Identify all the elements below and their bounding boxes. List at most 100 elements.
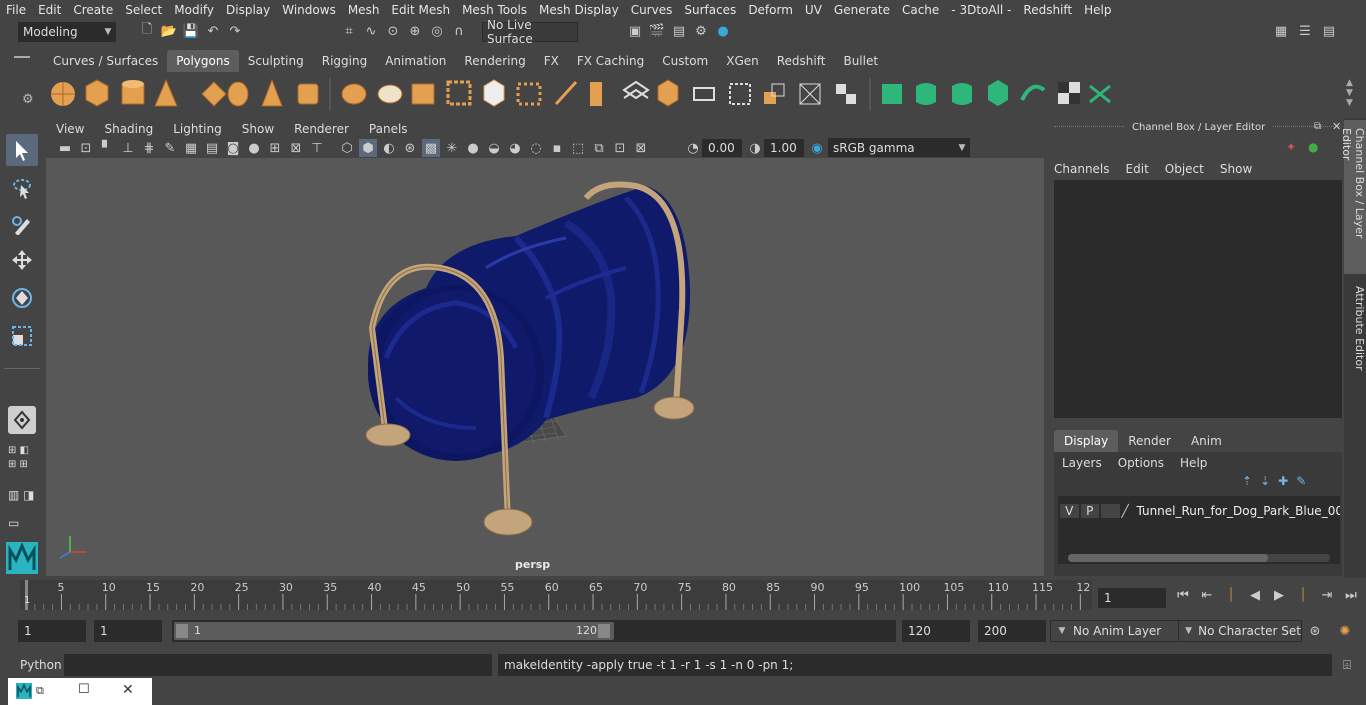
close-icon[interactable]: ✕ <box>122 682 134 698</box>
menu-item-generate[interactable]: Generate <box>828 3 896 17</box>
hypershade-icon[interactable]: ● <box>714 22 732 40</box>
gamma-field[interactable]: 1.00 <box>764 139 804 157</box>
restore-icon[interactable]: ⧉ <box>36 684 44 698</box>
menu-item-help[interactable]: Help <box>1078 3 1117 17</box>
menu-item-select[interactable]: Select <box>119 3 168 17</box>
ambient-occlusion-icon[interactable]: ✳ <box>443 139 461 157</box>
render-settings-icon[interactable]: ⚙ <box>692 22 710 40</box>
menu-item-cache[interactable]: Cache <box>896 3 945 17</box>
bookmark-icon[interactable]: ▘ <box>98 139 116 157</box>
shelf-tab-rendering[interactable]: Rendering <box>455 50 534 72</box>
new-scene-icon[interactable]: 🗋 <box>138 22 156 40</box>
layout-split-icon[interactable]: ▥ ◨ <box>8 488 35 502</box>
playback-end-field[interactable]: 120 <box>902 620 970 642</box>
menu-item-uv[interactable]: UV <box>799 3 828 17</box>
hud-icon[interactable]: ▪ <box>548 139 566 157</box>
layout-icon[interactable]: ☰ <box>1296 22 1314 40</box>
shelf-tab-animation[interactable]: Animation <box>376 50 455 72</box>
panel-float-icon[interactable]: ⧉ <box>1314 121 1321 132</box>
resolution-gate-icon[interactable]: ⊤ <box>308 139 326 157</box>
channel-sync-icon[interactable]: ● <box>1308 140 1318 154</box>
shadows-icon[interactable]: ⊛ <box>401 139 419 157</box>
default-lighting-icon[interactable]: ◙ <box>224 139 242 157</box>
color-management-icon[interactable]: ◉ <box>808 139 826 157</box>
anim-tab[interactable]: Anim <box>1181 430 1232 452</box>
shelf-menu-icon[interactable] <box>14 56 30 58</box>
scale-tool-icon[interactable] <box>6 320 38 352</box>
camera-select-icon[interactable]: ▬ <box>56 139 74 157</box>
shelf-tab-fx-caching[interactable]: FX Caching <box>568 50 653 72</box>
layer-row[interactable]: V P ╱ Tunnel_Run_for_Dog_Park_Blue_001_ <box>1060 502 1340 520</box>
menu-item-edit[interactable]: Edit <box>32 3 67 17</box>
viewport-menu-panels[interactable]: Panels <box>359 122 418 136</box>
motion-blur-icon[interactable]: ● <box>464 139 482 157</box>
isolate-select-icon[interactable]: ⊞ <box>266 139 284 157</box>
layer-type-toggle[interactable] <box>1101 504 1120 518</box>
snap-view-icon[interactable]: ⊕ <box>406 22 424 40</box>
exposure-field[interactable]: 0.00 <box>702 139 742 157</box>
range-track[interactable]: 1 120 <box>172 620 896 642</box>
animation-prefs-icon[interactable]: ✺ <box>1336 622 1354 640</box>
snap-surface-icon[interactable]: ◎ <box>428 22 446 40</box>
grid-toggle-icon[interactable]: ⋕ <box>140 139 158 157</box>
menu-item-mesh-display[interactable]: Mesh Display <box>533 3 625 17</box>
wireframe-icon[interactable]: ▦ <box>182 139 200 157</box>
live-surface-field[interactable]: No Live Surface <box>482 18 578 46</box>
layers-menu[interactable]: Layers <box>1062 456 1102 470</box>
menu-item-edit-mesh[interactable]: Edit Mesh <box>385 3 456 17</box>
snap-point-icon[interactable]: ⊙ <box>384 22 402 40</box>
command-language-label[interactable]: Python <box>12 654 62 676</box>
viewport-menu-shading[interactable]: Shading <box>94 122 163 136</box>
show-menu[interactable]: Show <box>1220 162 1252 176</box>
menu-item-mesh[interactable]: Mesh <box>342 3 386 17</box>
paint-select-tool-icon[interactable] <box>6 208 38 240</box>
minimized-window[interactable]: ⧉ ☐ ✕ <box>8 678 152 705</box>
snap-magnet-icon[interactable]: ∩ <box>450 22 468 40</box>
menu-item-mesh-tools[interactable]: Mesh Tools <box>456 3 533 17</box>
color-space-dropdown[interactable]: sRGB gamma ▼ <box>828 138 970 157</box>
layer-visibility-toggle[interactable]: V <box>1060 504 1079 518</box>
open-scene-icon[interactable]: 📂 <box>160 22 178 40</box>
gate-mask-icon[interactable]: ⧉ <box>590 139 608 157</box>
menu-item-deform[interactable]: Deform <box>742 3 799 17</box>
step-back-frame-icon[interactable]: ⏐ <box>1222 586 1240 604</box>
perspective-viewport[interactable] <box>46 158 1044 576</box>
use-all-lights-icon[interactable]: ◐ <box>380 139 398 157</box>
playback-start-field[interactable]: 1 <box>94 620 162 642</box>
menu-item-display[interactable]: Display <box>220 3 276 17</box>
workspace-icon[interactable]: ▦ <box>1272 22 1290 40</box>
workspace-mode-dropdown[interactable]: Modeling ▼ <box>18 22 116 42</box>
menu-item-create[interactable]: Create <box>67 3 119 17</box>
panel-toggle-icon[interactable]: ▤ <box>1320 22 1338 40</box>
layer-playback-toggle[interactable]: P <box>1080 504 1099 518</box>
shelf-tab-xgen[interactable]: XGen <box>717 50 768 72</box>
shelf-settings-icon[interactable]: ⚙ <box>22 92 34 107</box>
xray-icon[interactable]: ⊠ <box>287 139 305 157</box>
step-back-key-icon[interactable]: ⇤ <box>1198 586 1216 604</box>
shelf-tab-redshift[interactable]: Redshift <box>768 50 835 72</box>
menu-item-curves[interactable]: Curves <box>625 3 679 17</box>
channel-axis-icon[interactable]: ✦ <box>1286 140 1296 154</box>
viewport-menu-view[interactable]: View <box>46 122 94 136</box>
character-set-dropdown[interactable]: ▼ No Character Set <box>1178 620 1302 642</box>
object-menu[interactable]: Object <box>1165 162 1204 176</box>
snap-curve-icon[interactable]: ∿ <box>362 22 380 40</box>
image-plane-icon[interactable]: ⊥ <box>119 139 137 157</box>
channels-menu[interactable]: Channels <box>1054 162 1110 176</box>
range-left-grip[interactable] <box>176 624 188 638</box>
menu-item-redshift[interactable]: Redshift <box>1017 3 1078 17</box>
checker-icon[interactable]: ▩ <box>422 139 440 157</box>
menu-item-3dtoall[interactable]: - 3DtoAll - <box>945 3 1017 17</box>
layout-vertical-icon[interactable]: ▭ <box>8 516 19 530</box>
shelf-tab-rigging[interactable]: Rigging <box>313 50 376 72</box>
safe-action-icon[interactable]: ⊠ <box>632 139 650 157</box>
render-tab[interactable]: Render <box>1118 430 1181 452</box>
go-to-start-icon[interactable]: ⏮ <box>1174 586 1192 604</box>
textured-icon[interactable]: ● <box>245 139 263 157</box>
select-tool-icon[interactable] <box>6 134 38 166</box>
go-to-end-icon[interactable]: ⏭ <box>1342 586 1360 604</box>
range-right-grip[interactable] <box>598 624 610 638</box>
shelf-tab-custom[interactable]: Custom <box>653 50 717 72</box>
shelf-tab-polygons[interactable]: Polygons <box>167 50 239 72</box>
channel-list[interactable] <box>1054 180 1342 418</box>
